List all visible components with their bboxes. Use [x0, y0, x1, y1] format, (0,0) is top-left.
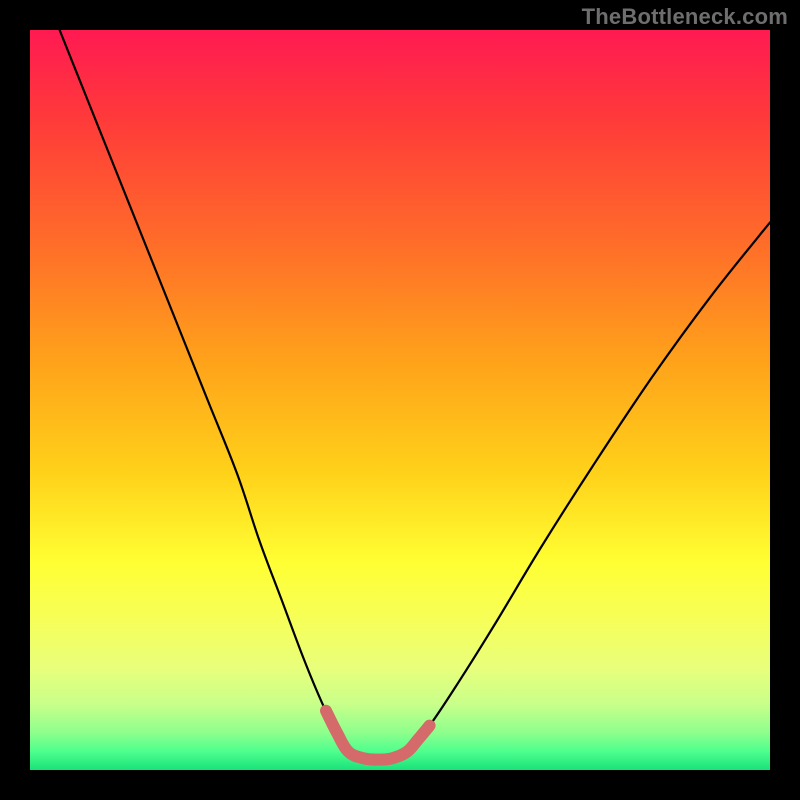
gradient-rect	[30, 30, 770, 770]
chart-svg	[30, 30, 770, 770]
chart-plot-area	[30, 30, 770, 770]
outer-frame: TheBottleneck.com	[0, 0, 800, 800]
watermark-text: TheBottleneck.com	[582, 4, 788, 30]
